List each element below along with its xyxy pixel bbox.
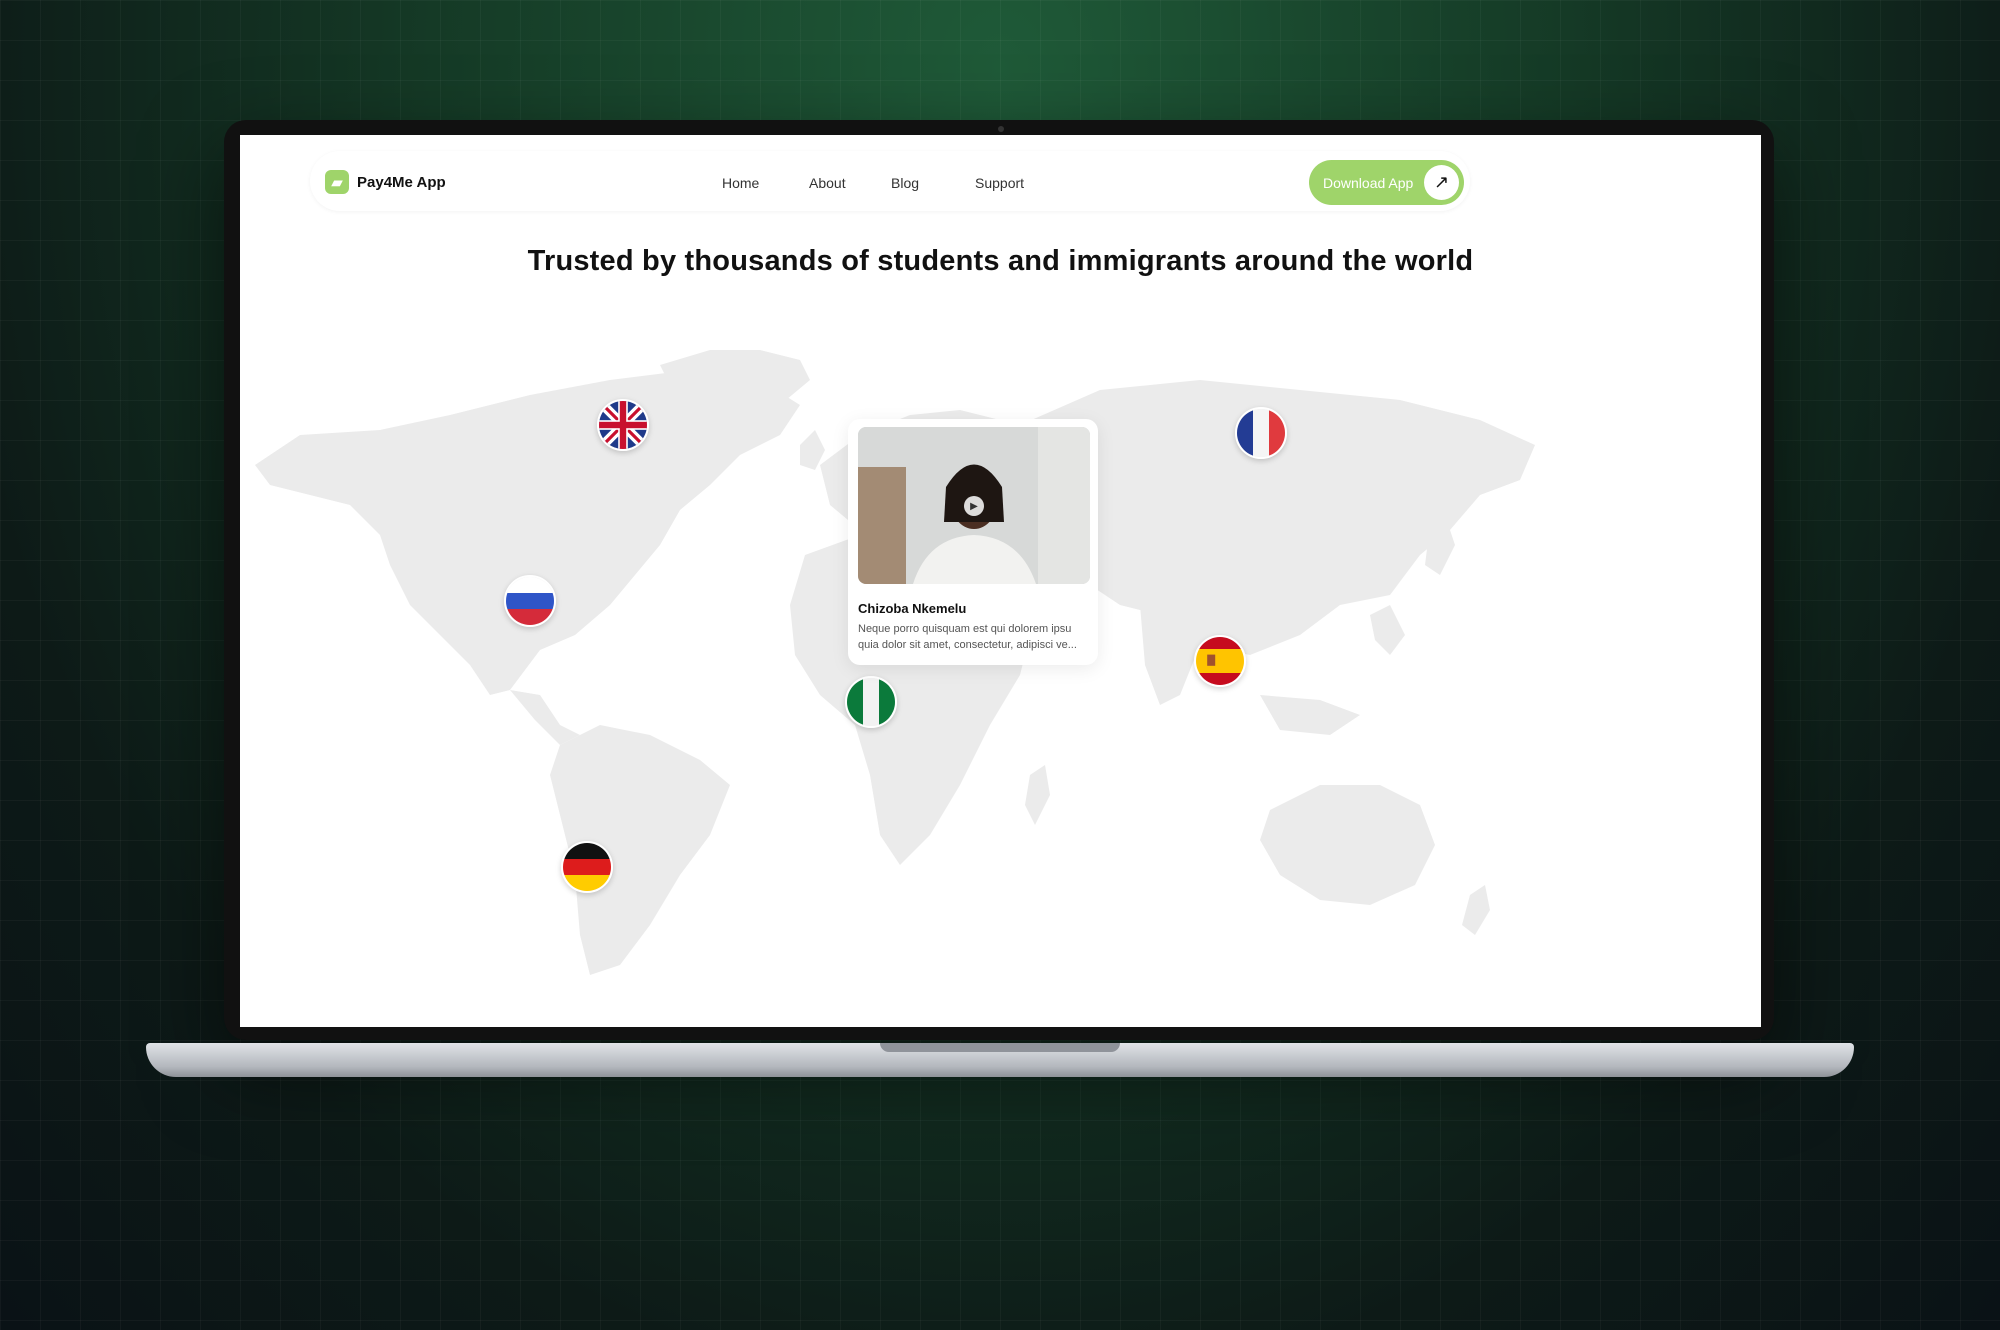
logo[interactable]: ▰ Pay4Me App	[325, 170, 446, 194]
spain-flag-icon[interactable]	[1194, 635, 1246, 687]
nav-link-home[interactable]: Home	[722, 175, 759, 191]
testimonial-card: ▶ Chizoba Nkemelu Neque porro quisquam e…	[848, 419, 1098, 665]
laptop-screen: ▰ Pay4Me App Home About Blog Support Dow…	[240, 135, 1761, 1027]
laptop-notch	[880, 1043, 1120, 1052]
nigeria-flag-icon[interactable]	[845, 676, 897, 728]
arrow-up-right-icon: ↗	[1424, 165, 1459, 200]
page-headline: Trusted by thousands of students and imm…	[527, 245, 1474, 277]
brand-name: Pay4Me App	[357, 173, 446, 191]
nav-link-blog[interactable]: Blog	[891, 175, 919, 191]
webcam	[998, 126, 1004, 132]
russia-flag-icon[interactable]	[504, 575, 556, 627]
nav-link-support[interactable]: Support	[975, 175, 1024, 191]
germany-flag-icon[interactable]	[561, 841, 613, 893]
navbar	[310, 151, 1470, 211]
testimonial-author: Chizoba Nkemelu	[858, 601, 967, 616]
download-app-label: Download App	[1323, 174, 1414, 191]
uk-flag-icon[interactable]	[597, 399, 649, 451]
play-icon[interactable]: ▶	[964, 496, 984, 516]
nav-link-about[interactable]: About	[809, 175, 846, 191]
france-flag-icon[interactable]	[1235, 407, 1287, 459]
logo-icon: ▰	[325, 170, 349, 194]
testimonial-text: Neque porro quisquam est qui dolorem ips…	[858, 623, 1077, 651]
download-app-button[interactable]: Download App ↗	[1309, 160, 1464, 205]
testimonial-video[interactable]: ▶	[858, 427, 1090, 584]
